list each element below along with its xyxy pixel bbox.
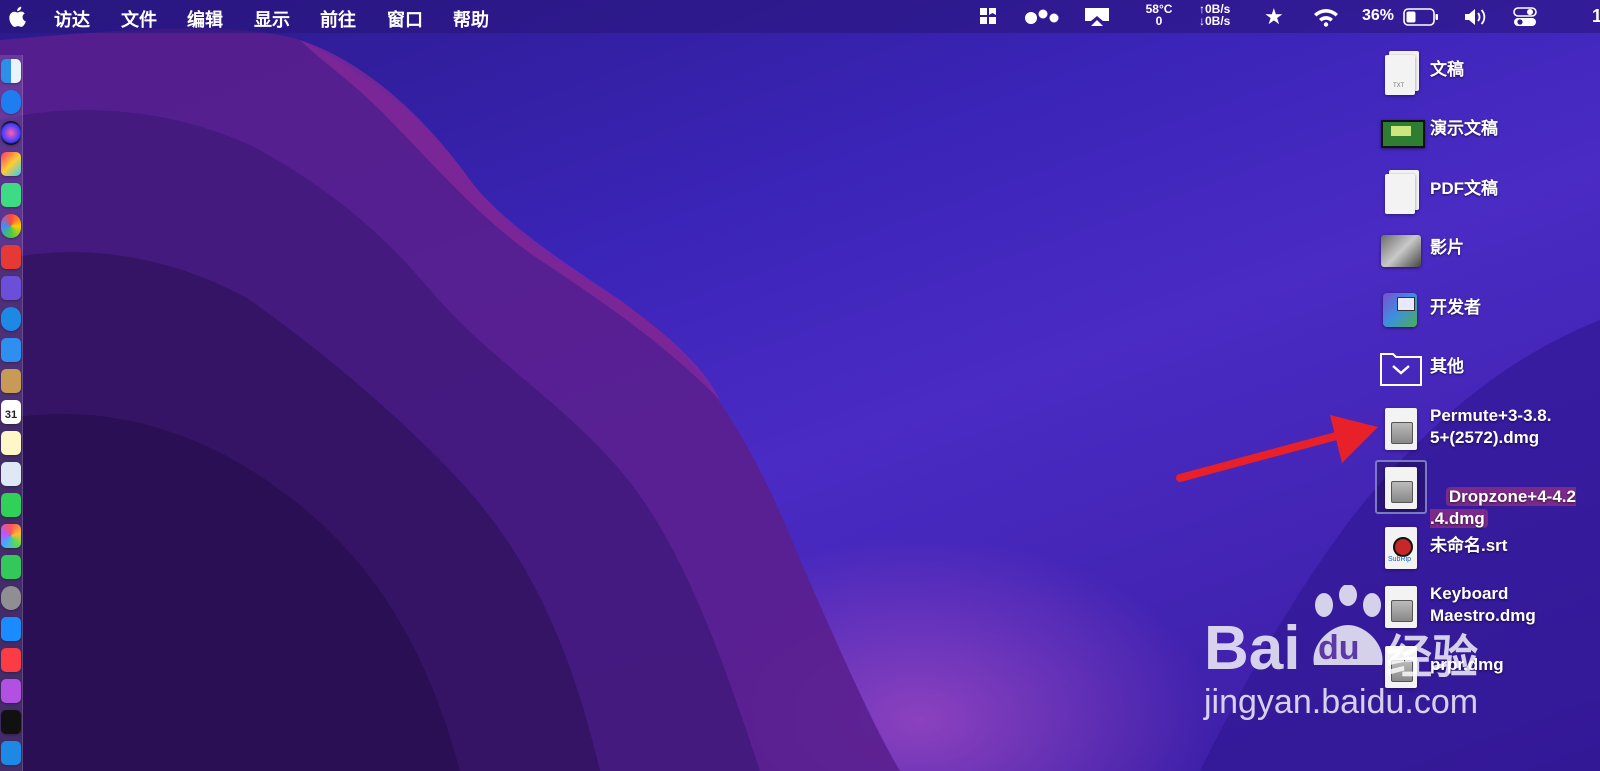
- desktop-item-label: 文稿: [1430, 60, 1464, 79]
- menu-finder[interactable]: 访达: [54, 6, 90, 32]
- desktop-item-other[interactable]: 其他: [1375, 340, 1600, 396]
- desktop-item-label: 开发者: [1430, 298, 1481, 317]
- apple-menu-icon[interactable]: [8, 6, 26, 27]
- desktop-item-movies[interactable]: 影片: [1375, 221, 1600, 277]
- desktop-item-label: 未命名.srt: [1430, 536, 1508, 555]
- volume-icon[interactable]: [1463, 7, 1491, 27]
- desktop-item-presentations[interactable]: 演示文稿: [1375, 102, 1600, 158]
- desktop-item-permute-dmg[interactable]: Permute+3-3.8. 5+(2572).dmg: [1375, 400, 1600, 456]
- mail-icon[interactable]: [1, 338, 21, 362]
- battery-icon[interactable]: [1403, 8, 1439, 26]
- app-store-icon[interactable]: [1, 90, 21, 114]
- desktop-item-documents[interactable]: TXT 文稿: [1375, 43, 1600, 99]
- bookmark-app-icon[interactable]: [978, 6, 998, 26]
- podcasts-icon[interactable]: [1, 679, 21, 703]
- menu-window[interactable]: 窗口: [387, 6, 423, 32]
- watermark-brand-mid: du: [1318, 629, 1360, 667]
- music-icon[interactable]: [1, 648, 21, 672]
- desktop-item-developer[interactable]: 开发者: [1375, 281, 1600, 337]
- desktop-item-label: Permute+3-3.8. 5+(2572).dmg: [1430, 406, 1552, 447]
- chrome-icon[interactable]: [1, 214, 21, 238]
- facetime-icon[interactable]: [1, 555, 21, 579]
- red-arrow-annotation: [1176, 415, 1378, 482]
- menubar-overflow[interactable]: 1: [1592, 6, 1600, 27]
- siri-icon[interactable]: [1, 121, 21, 145]
- menu-edit[interactable]: 编辑: [187, 6, 223, 32]
- red-app-icon[interactable]: [1, 245, 21, 269]
- folder-expand-icon: [1379, 344, 1422, 390]
- launchpad-icon[interactable]: [1, 152, 21, 176]
- presentation-icon: [1379, 106, 1425, 152]
- desktop-item-srt[interactable]: SubRip 未命名.srt: [1375, 519, 1600, 575]
- photos-icon[interactable]: [1, 524, 21, 548]
- baidu-watermark: Bai du 经验 jingyan.baidu.com: [1200, 585, 1600, 771]
- menu-view[interactable]: 显示: [254, 6, 290, 32]
- dots-app-icon[interactable]: [1024, 9, 1060, 25]
- purple-app-icon[interactable]: [1, 276, 21, 300]
- watermark-url: jingyan.baidu.com: [1204, 683, 1479, 721]
- maps-icon[interactable]: [1, 462, 21, 486]
- star-icon[interactable]: ★: [1264, 4, 1284, 30]
- menu-go[interactable]: 前往: [320, 6, 356, 32]
- dock: 31: [0, 55, 23, 771]
- desktop-item-pdf[interactable]: PDF文稿: [1375, 162, 1600, 218]
- network-speed[interactable]: ↑0B/s ↓0B/s: [1199, 3, 1230, 27]
- watermark-brand-cn: 经验: [1386, 631, 1478, 683]
- temperature-sub: 0: [1155, 14, 1163, 28]
- screen-mirroring-icon[interactable]: [1083, 6, 1111, 28]
- subrip-file-icon: SubRip: [1379, 523, 1419, 569]
- movie-icon: [1379, 225, 1421, 271]
- menu-help[interactable]: 帮助: [453, 6, 489, 32]
- android-studio-icon[interactable]: [1, 183, 21, 207]
- blue-app-icon[interactable]: [1, 741, 21, 765]
- notes-icon[interactable]: [1, 431, 21, 455]
- control-center-icon[interactable]: [1513, 6, 1537, 28]
- download-speed: ↓0B/s: [1199, 14, 1231, 28]
- desktop-item-dropzone-dmg[interactable]: Dropzone+4-4.2 .4.dmg: [1375, 459, 1600, 528]
- apple-tv-icon[interactable]: [1, 710, 21, 734]
- desktop-item-label: 演示文稿: [1430, 119, 1498, 138]
- contacts-icon[interactable]: [1, 369, 21, 393]
- menu-bar: 访达 文件 编辑 显示 前往 窗口 帮助 58°C 0 ↑0B/s ↓0B/s …: [0, 0, 1600, 33]
- temperature-readout[interactable]: 58°C 0: [1143, 3, 1175, 27]
- desktop-item-label: PDF文稿: [1430, 179, 1498, 198]
- messages-icon[interactable]: [1, 493, 21, 517]
- text-document-icon: TXT: [1379, 47, 1419, 95]
- finder-icon[interactable]: [1, 59, 21, 83]
- pdf-document-icon: [1379, 166, 1419, 214]
- desktop-item-label: 影片: [1430, 238, 1464, 257]
- battery-percent[interactable]: 36%: [1362, 7, 1394, 25]
- wifi-icon[interactable]: [1313, 7, 1339, 27]
- calendar-icon[interactable]: 31: [1, 400, 21, 424]
- system-preferences-icon[interactable]: [1, 586, 21, 610]
- safari-icon[interactable]: [1, 307, 21, 331]
- developer-icon: [1379, 285, 1419, 331]
- menu-file[interactable]: 文件: [121, 6, 157, 32]
- keynote-icon[interactable]: [1, 617, 21, 641]
- desktop-item-label: 其他: [1430, 357, 1464, 376]
- watermark-brand: Bai: [1204, 614, 1301, 683]
